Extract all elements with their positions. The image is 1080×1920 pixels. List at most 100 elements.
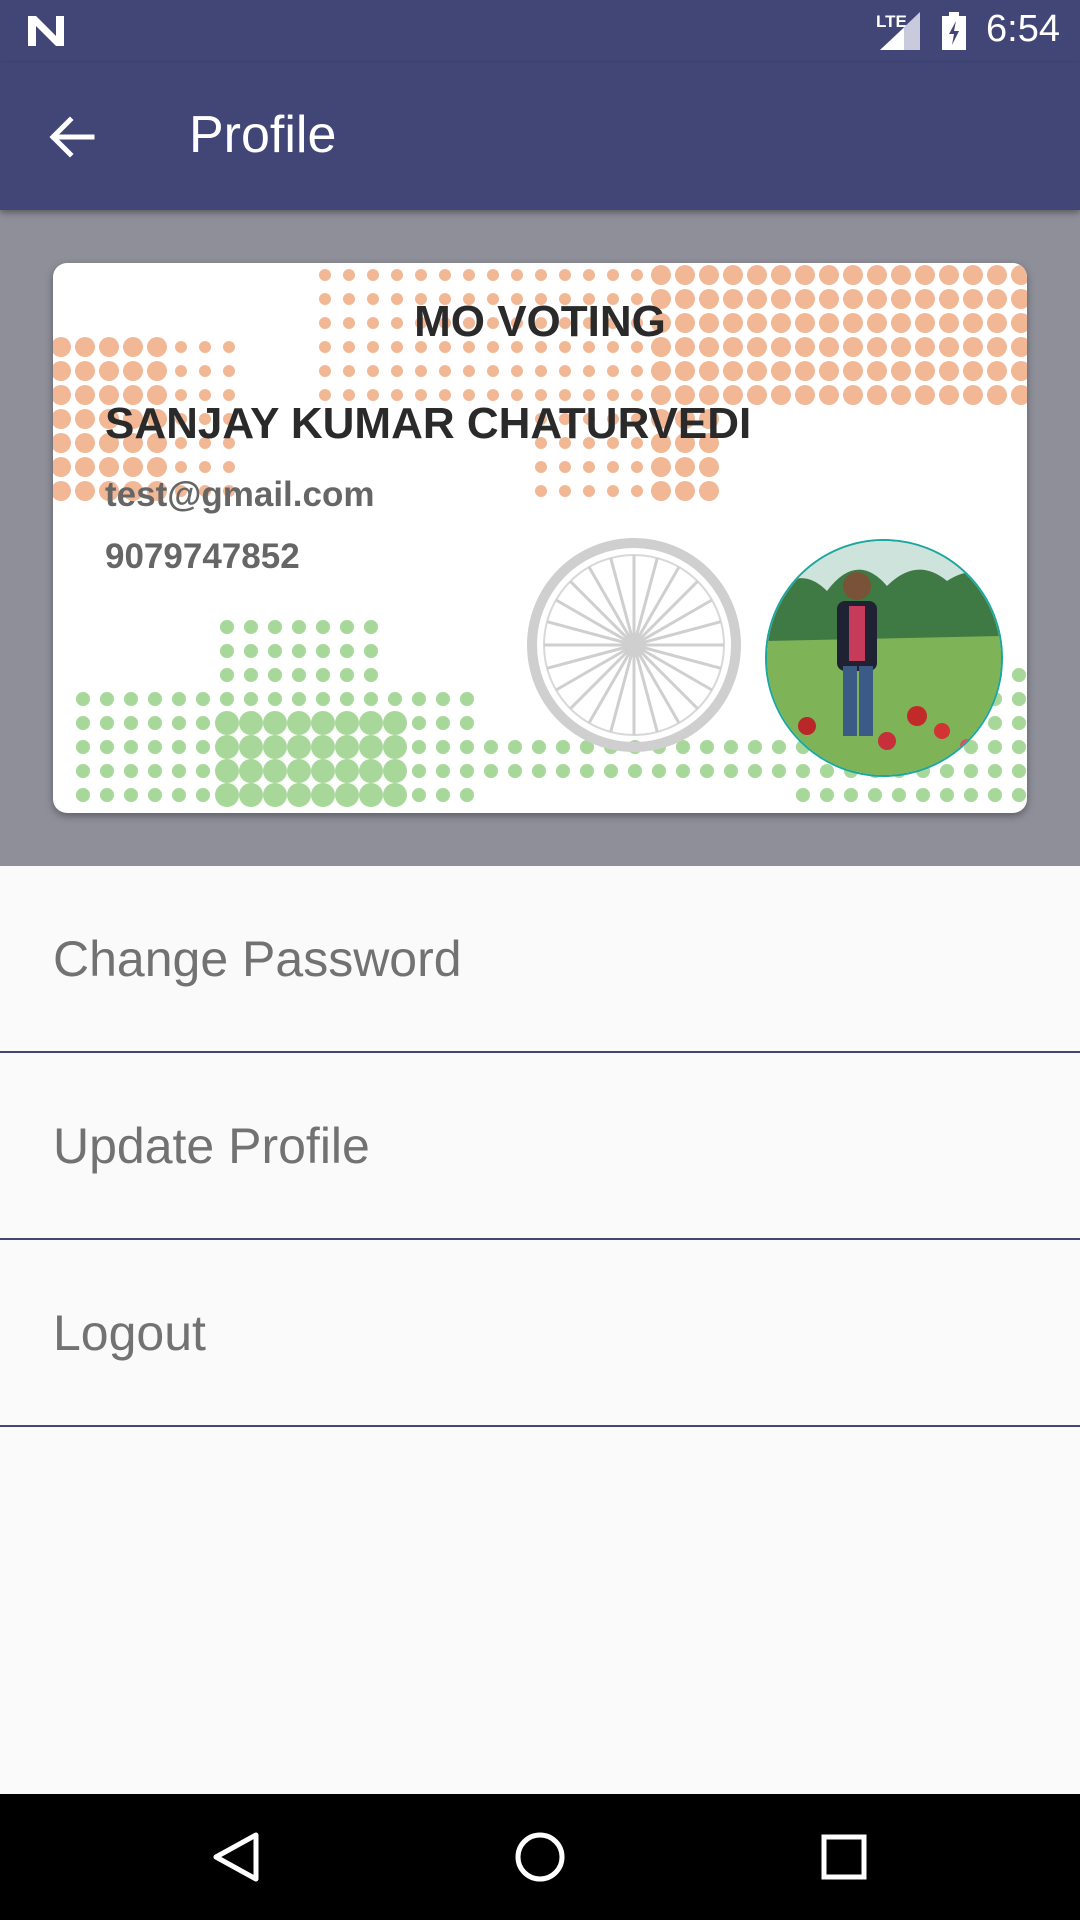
- pattern-dot: [76, 740, 90, 754]
- pattern-dot: [1011, 265, 1027, 285]
- pattern-dot: [583, 269, 595, 281]
- recents-square-icon[interactable]: [816, 1829, 872, 1885]
- pattern-dot: [388, 692, 402, 706]
- pattern-dot: [148, 716, 162, 730]
- pattern-dot: [724, 764, 738, 778]
- pattern-dot: [819, 385, 839, 405]
- pattern-dot: [76, 716, 90, 730]
- pattern-dot: [335, 711, 359, 735]
- pattern-dot: [311, 783, 335, 807]
- pattern-dot: [559, 269, 571, 281]
- pattern-dot: [1012, 788, 1026, 802]
- pattern-dot: [607, 365, 619, 377]
- pattern-dot: [820, 764, 834, 778]
- pattern-dot: [436, 716, 450, 730]
- pattern-dot: [367, 269, 379, 281]
- pattern-dot: [316, 644, 330, 658]
- pattern-dot: [940, 764, 954, 778]
- pattern-dot: [53, 481, 71, 501]
- pattern-dot: [460, 764, 474, 778]
- pattern-dot: [148, 764, 162, 778]
- pattern-dot: [53, 433, 71, 453]
- pattern-dot: [383, 759, 407, 783]
- pattern-dot: [747, 361, 767, 381]
- pattern-dot: [100, 692, 114, 706]
- pattern-dot: [199, 365, 211, 377]
- pattern-dot: [771, 361, 791, 381]
- pattern-dot: [100, 716, 114, 730]
- pattern-dot: [487, 269, 499, 281]
- pattern-dot: [675, 457, 695, 477]
- pattern-dot: [439, 269, 451, 281]
- pattern-dot: [319, 365, 331, 377]
- pattern-dot: [263, 711, 287, 735]
- pattern-dot: [460, 716, 474, 730]
- pattern-dot: [239, 759, 263, 783]
- pattern-dot: [843, 361, 863, 381]
- pattern-dot: [559, 365, 571, 377]
- back-triangle-icon[interactable]: [208, 1829, 264, 1885]
- pattern-dot: [867, 385, 887, 405]
- pattern-dot: [535, 365, 547, 377]
- app-bar: Profile: [0, 63, 1080, 210]
- pattern-dot: [215, 759, 239, 783]
- pattern-dot: [268, 620, 282, 634]
- pattern-dot: [268, 644, 282, 658]
- change-password-item[interactable]: Change Password: [0, 866, 1080, 1053]
- pattern-dot: [1011, 385, 1027, 405]
- pattern-dot: [988, 740, 1002, 754]
- profile-card: MO VOTING SANJAY KUMAR CHATURVEDI test@g…: [53, 263, 1027, 813]
- pattern-dot: [771, 385, 791, 405]
- pattern-dot: [699, 481, 719, 501]
- pattern-dot: [75, 361, 95, 381]
- logout-label: Logout: [53, 1305, 206, 1361]
- pattern-dot: [511, 269, 523, 281]
- pattern-dot: [287, 759, 311, 783]
- pattern-dot: [964, 764, 978, 778]
- pattern-dot: [311, 735, 335, 759]
- arrow-back-icon[interactable]: [46, 111, 98, 163]
- pattern-dot: [223, 461, 235, 473]
- page-title: Profile: [189, 106, 337, 164]
- pattern-dot: [319, 269, 331, 281]
- pattern-dot: [559, 485, 571, 497]
- pattern-dot: [75, 433, 95, 453]
- pattern-dot: [699, 457, 719, 477]
- pattern-dot: [987, 385, 1007, 405]
- pattern-dot: [436, 764, 450, 778]
- pattern-dot: [123, 361, 143, 381]
- update-profile-item[interactable]: Update Profile: [0, 1053, 1080, 1240]
- pattern-dot: [124, 716, 138, 730]
- pattern-dot: [723, 265, 743, 285]
- pattern-dot: [844, 788, 858, 802]
- pattern-dot: [964, 788, 978, 802]
- pattern-dot: [263, 783, 287, 807]
- pattern-dot: [607, 485, 619, 497]
- pattern-dot: [196, 788, 210, 802]
- pattern-dot: [415, 269, 427, 281]
- pattern-dot: [364, 692, 378, 706]
- pattern-dot: [631, 461, 643, 473]
- home-circle-icon[interactable]: [512, 1829, 568, 1885]
- pattern-dot: [100, 740, 114, 754]
- pattern-dot: [940, 788, 954, 802]
- logout-item[interactable]: Logout: [0, 1240, 1080, 1427]
- pattern-dot: [412, 788, 426, 802]
- pattern-dot: [199, 461, 211, 473]
- avatar[interactable]: [765, 539, 1003, 777]
- pattern-dot: [439, 365, 451, 377]
- pattern-dot: [76, 788, 90, 802]
- pattern-dot: [1012, 740, 1026, 754]
- pattern-dot: [263, 759, 287, 783]
- pattern-dot: [316, 668, 330, 682]
- pattern-dot: [359, 711, 383, 735]
- pattern-dot: [172, 740, 186, 754]
- pattern-dot: [987, 361, 1007, 381]
- pattern-dot: [239, 735, 263, 759]
- pattern-dot: [819, 265, 839, 285]
- ashoka-chakra-icon: [527, 538, 741, 752]
- pattern-dot: [239, 711, 263, 735]
- pattern-dot: [795, 385, 815, 405]
- pattern-dot: [53, 385, 71, 405]
- pattern-dot: [268, 692, 282, 706]
